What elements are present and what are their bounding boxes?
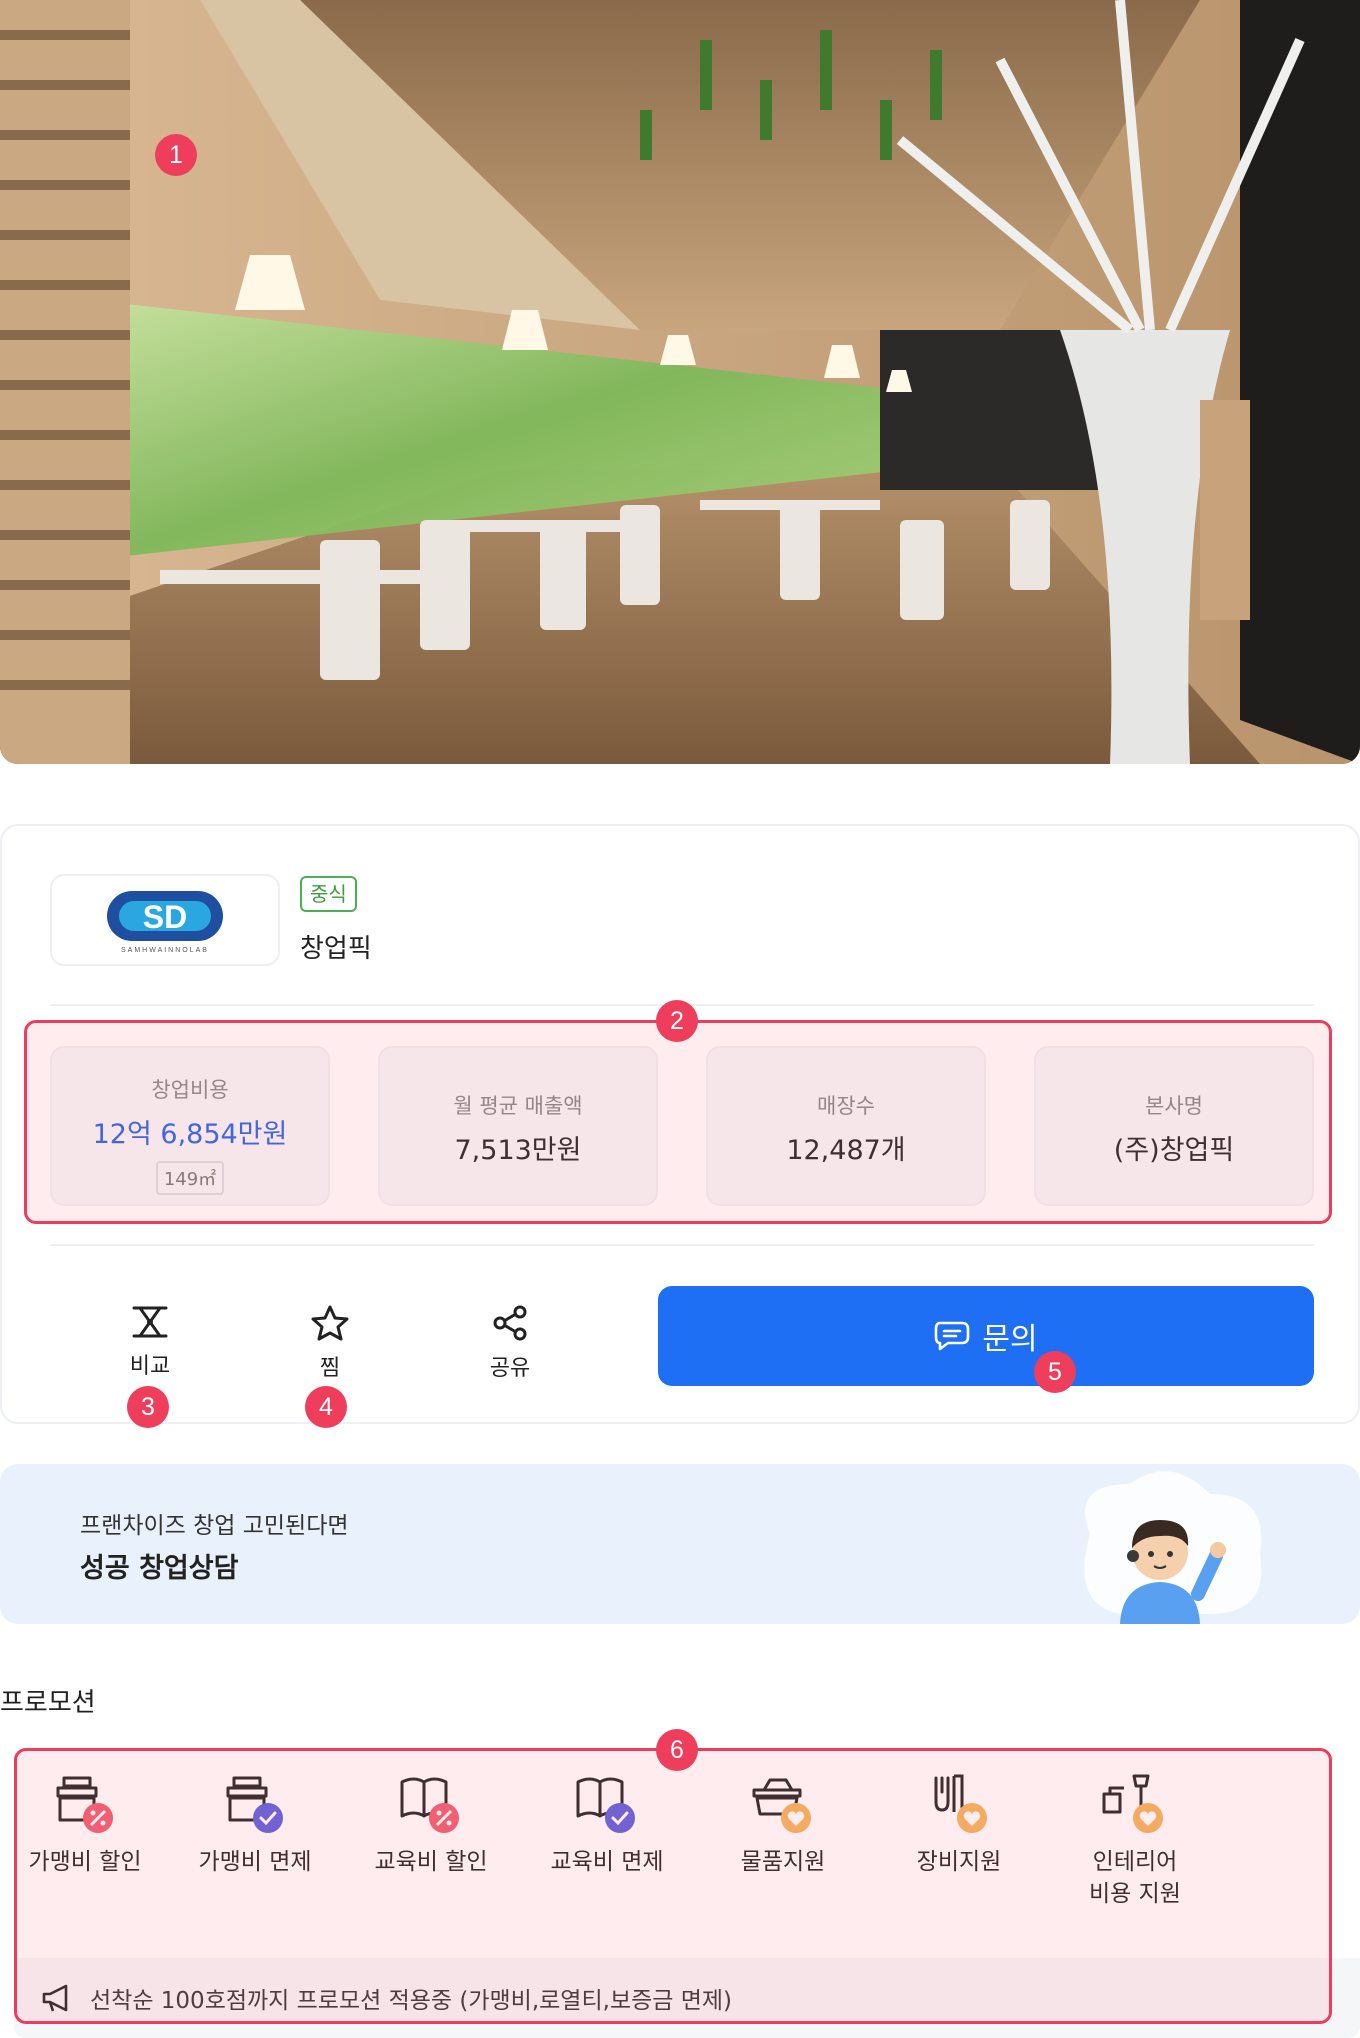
- promotion-notice-text: 선착순 100호점까지 프로모션 적용중 (가맹비,로열티,보증금 면제): [90, 1988, 733, 2014]
- promo-label: 교육비 할인: [374, 1849, 488, 1875]
- favorite-button[interactable]: 찜: [280, 1304, 380, 1382]
- education-exempt-icon: [576, 1777, 635, 1833]
- share-label: 공유: [489, 1356, 531, 1381]
- stat-headquarters: 본사명 (주)창업픽: [1034, 1046, 1314, 1206]
- annotation-marker-1: 1: [155, 134, 197, 176]
- stat-value: 12억 6,854만원: [92, 1119, 288, 1150]
- area-badge: 149㎡: [155, 1161, 225, 1195]
- stat-label: 월 평균 매출액: [453, 1094, 583, 1118]
- promo-label-line2: 비용 지원: [1089, 1881, 1181, 1907]
- stat-startup-cost: 창업비용 12억 6,854만원 149㎡: [50, 1046, 330, 1206]
- sd-logo-icon: SD: [107, 890, 223, 941]
- compare-icon: [132, 1306, 168, 1338]
- promo-interior-support: 인테리어 비용 지원: [1050, 1772, 1220, 1910]
- consultant-illustration-icon: [1084, 1471, 1262, 1624]
- promo-label: 장비지원: [916, 1849, 1002, 1875]
- annotation-marker-4: 4: [305, 1386, 347, 1428]
- consult-banner[interactable]: 프랜차이즈 창업 고민된다면 성공 창업상담: [0, 1464, 1360, 1624]
- interior-support-icon: [1102, 1774, 1163, 1833]
- stat-value: 7,513만원: [454, 1135, 582, 1166]
- promo-label: 가맹비 면제: [198, 1849, 312, 1875]
- promo-equipment-support: 장비지원: [874, 1772, 1044, 1878]
- annotation-marker-2: 2: [656, 1000, 698, 1042]
- category-badge: 중식: [300, 876, 357, 912]
- inquiry-label: 문의: [982, 1322, 1038, 1357]
- promo-label: 물품지원: [740, 1849, 826, 1875]
- annotation-marker-3: 3: [127, 1386, 169, 1428]
- stat-label: 매장수: [817, 1094, 875, 1118]
- promo-goods-support: 물품지원: [698, 1772, 868, 1878]
- chat-icon: [935, 1321, 970, 1351]
- promotions-title: 프로모션: [0, 1688, 96, 1718]
- promo-label: 가맹비 할인: [28, 1849, 142, 1875]
- inquiry-button[interactable]: 문의: [658, 1286, 1314, 1386]
- stat-label: 본사명: [1145, 1094, 1203, 1118]
- promo-education-exempt: 교육비 면제: [522, 1772, 692, 1878]
- banner-title: 성공 창업상담: [80, 1553, 239, 1584]
- favorite-label: 찜: [319, 1356, 341, 1381]
- star-icon: [311, 1305, 349, 1341]
- goods-support-icon: [752, 1778, 811, 1833]
- brand-info-card: SD SAMHWAINNOLAB 중식 창업픽 창업비용 12억 6,854만원…: [0, 824, 1360, 1424]
- annotation-marker-5: 5: [1034, 1351, 1076, 1393]
- promo-label: 인테리어 비용 지원: [1050, 1846, 1220, 1910]
- logo-tagline: SAMHWAINNOLAB: [121, 946, 209, 954]
- svg-text:SD: SD: [143, 899, 187, 935]
- promo-label-line1: 인테리어: [1092, 1849, 1178, 1875]
- promo-franchise-exempt: 가맹비 면제: [170, 1772, 340, 1878]
- brand-logo: SD SAMHWAINNOLAB: [50, 874, 280, 966]
- stat-value: 12,487개: [786, 1135, 906, 1166]
- annotation-marker-6: 6: [656, 1729, 698, 1771]
- promo-education-discount: 교육비 할인: [346, 1772, 516, 1878]
- promotion-notice: 선착순 100호점까지 프로모션 적용중 (가맹비,로열티,보증금 면제): [14, 1958, 1360, 2038]
- hero-image: [0, 0, 1360, 764]
- promo-label: 교육비 면제: [550, 1849, 664, 1875]
- brand-name: 창업픽: [300, 934, 372, 964]
- franchise-exempt-icon: [226, 1776, 283, 1833]
- education-discount-icon: [400, 1777, 459, 1833]
- restaurant-interior-photo: [0, 0, 1360, 764]
- megaphone-icon: [42, 1984, 68, 2012]
- compare-button[interactable]: 비교: [100, 1304, 200, 1380]
- compare-label: 비교: [129, 1354, 171, 1379]
- share-button[interactable]: 공유: [460, 1304, 560, 1382]
- stat-value: (주)창업픽: [1113, 1135, 1235, 1166]
- divider: [50, 1244, 1314, 1246]
- stat-store-count: 매장수 12,487개: [706, 1046, 986, 1206]
- equipment-support-icon: [934, 1774, 987, 1833]
- stat-monthly-sales: 월 평균 매출액 7,513만원: [378, 1046, 658, 1206]
- share-icon: [493, 1305, 527, 1341]
- franchise-discount-icon: [56, 1776, 113, 1833]
- promo-franchise-discount: 가맹비 할인: [0, 1772, 170, 1878]
- banner-subtitle: 프랜차이즈 창업 고민된다면: [80, 1513, 349, 1539]
- stat-label: 창업비용: [151, 1078, 229, 1102]
